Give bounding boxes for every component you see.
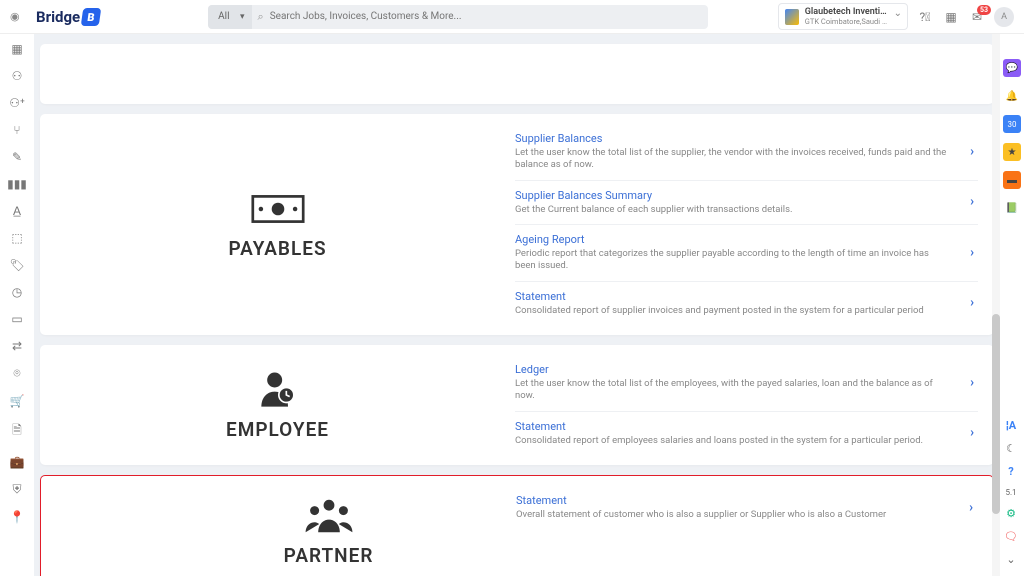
nav-molecule-icon[interactable]: ⌾ bbox=[13, 366, 20, 381]
feedback-icon[interactable]: 🗨 bbox=[1004, 530, 1018, 543]
section-title: PAYABLES bbox=[228, 237, 326, 260]
nav-font-icon[interactable]: A̲ bbox=[13, 204, 21, 218]
nav-cart-icon[interactable]: 🛒 bbox=[10, 394, 25, 408]
help-icon[interactable]: ?⃝ bbox=[916, 10, 934, 24]
section-header: PARTNER bbox=[141, 476, 516, 576]
report-desc: Let the user know the total list of the … bbox=[515, 147, 948, 172]
section-partner: PARTNER Statement Overall statement of cus… bbox=[40, 475, 994, 576]
nav-pin-icon[interactable]: 📍 bbox=[10, 510, 25, 524]
theme-toggle-icon[interactable]: ☾ bbox=[1006, 442, 1016, 455]
help-toggle-icon[interactable]: ? bbox=[1008, 465, 1013, 478]
report-title: Statement bbox=[515, 420, 948, 433]
visibility-icon[interactable]: ◉ bbox=[10, 10, 28, 23]
report-item[interactable]: Statement Consolidated report of supplier… bbox=[515, 282, 978, 325]
report-item[interactable]: Supplier Balances Let the user know the t… bbox=[515, 124, 978, 181]
nav-edit-icon[interactable]: ✎ bbox=[12, 150, 22, 164]
chevron-right-icon: › bbox=[969, 500, 973, 515]
search-icon: ⌕ bbox=[258, 10, 264, 24]
avatar[interactable]: A bbox=[994, 7, 1014, 27]
report-desc: Consolidated report of supplier invoices… bbox=[515, 305, 948, 317]
section-title: EMPLOYEE bbox=[226, 418, 329, 441]
rail-calendar-icon[interactable]: 30 bbox=[1003, 115, 1021, 133]
brand-text: Bridge bbox=[36, 8, 80, 26]
nav-shield-icon[interactable]: ⛨ bbox=[12, 482, 21, 497]
apps-icon[interactable]: ▦ bbox=[942, 10, 960, 24]
nav-stats-icon[interactable]: ▮▮▮ bbox=[7, 177, 27, 191]
nav-user-icon[interactable]: ⚇ bbox=[12, 69, 23, 83]
notif-badge: 53 bbox=[977, 5, 991, 15]
section-items: Statement Overall statement of customer w… bbox=[516, 476, 993, 576]
company-name: Glaubetech Inventions... bbox=[805, 7, 889, 17]
report-title: Supplier Balances Summary bbox=[515, 189, 948, 202]
scrollbar-thumb[interactable] bbox=[992, 314, 1000, 514]
section-payables: PAYABLES Supplier Balances Let the user kn… bbox=[40, 114, 994, 335]
chevron-right-icon: › bbox=[970, 296, 974, 311]
rail-chat-icon[interactable]: 💬 bbox=[1003, 59, 1021, 77]
nav-dashboard-icon[interactable]: ▦ bbox=[11, 42, 22, 56]
lang-toggle[interactable]: ¦A bbox=[1006, 419, 1016, 432]
company-sub: GTK Coimbatore,Saudi Ara... bbox=[805, 17, 889, 26]
report-item[interactable]: Ledger Let the user know the total list o… bbox=[515, 355, 978, 412]
nav-clock-icon[interactable]: ◷ bbox=[12, 285, 22, 299]
company-logo-icon bbox=[785, 9, 799, 25]
nav-briefcase-icon[interactable]: 💼 bbox=[10, 455, 25, 469]
section-header: EMPLOYEE bbox=[40, 345, 515, 465]
report-desc: Periodic report that categorizes the sup… bbox=[515, 248, 948, 273]
report-desc: Let the user know the total list of the … bbox=[515, 378, 948, 403]
report-title: Statement bbox=[515, 290, 948, 303]
report-desc: Get the Current balance of each supplier… bbox=[515, 204, 948, 216]
report-item[interactable]: Statement Overall statement of customer w… bbox=[516, 486, 977, 529]
nav-card-icon[interactable]: ▭ bbox=[11, 312, 22, 326]
nav-sync-icon[interactable]: ⇄ bbox=[12, 339, 22, 353]
chevron-right-icon: › bbox=[970, 375, 974, 390]
version-label: 5.1 bbox=[1005, 488, 1016, 497]
section-items: Supplier Balances Let the user know the t… bbox=[515, 114, 994, 335]
report-item[interactable]: Supplier Balances Summary Get the Current… bbox=[515, 181, 978, 225]
brand-logo[interactable]: BridgeB bbox=[36, 8, 100, 26]
section-title: PARTNER bbox=[284, 544, 374, 567]
report-desc: Consolidated report of employees salarie… bbox=[515, 435, 948, 447]
chevron-right-icon: › bbox=[970, 245, 974, 260]
chevron-right-icon: › bbox=[970, 426, 974, 441]
report-item[interactable]: Statement Consolidated report of employee… bbox=[515, 412, 978, 455]
main-content: PAYABLES Supplier Balances Let the user kn… bbox=[34, 34, 1000, 576]
report-desc: Overall statement of customer who is als… bbox=[516, 509, 947, 521]
report-item[interactable]: Ageing Report Periodic report that catego… bbox=[515, 225, 978, 282]
nav-package-icon[interactable]: ⬚ bbox=[11, 231, 22, 245]
nav-branch-icon[interactable]: ⑂ bbox=[13, 123, 20, 137]
settings-icon[interactable]: ⚙ bbox=[1006, 507, 1016, 520]
company-switcher[interactable]: Glaubetech Inventions... GTK Coimbatore,… bbox=[778, 3, 908, 30]
mail-icon[interactable]: ✉53 bbox=[968, 10, 986, 24]
nav-doc-icon[interactable]: 🗎 bbox=[12, 421, 22, 442]
rail-star-icon[interactable]: ★ bbox=[1003, 143, 1021, 161]
chevron-right-icon: › bbox=[970, 144, 974, 159]
rail-book-icon[interactable]: 📗 bbox=[1003, 199, 1021, 217]
nav-users-icon[interactable]: ⚇⁺ bbox=[9, 96, 25, 110]
brand-mark: B bbox=[81, 8, 102, 26]
chevron-right-icon: › bbox=[970, 195, 974, 210]
search-bar: All ⌕ bbox=[208, 5, 708, 29]
report-title: Ageing Report bbox=[515, 233, 948, 246]
search-filter-dropdown[interactable]: All bbox=[208, 5, 251, 29]
nav-tag-icon[interactable]: 🏷 bbox=[9, 258, 24, 272]
report-title: Supplier Balances bbox=[515, 132, 948, 145]
chevron-down-icon[interactable]: ⌄ bbox=[1006, 553, 1015, 566]
section-employee: EMPLOYEE Ledger Let the user know the tota… bbox=[40, 345, 994, 465]
rail-note-icon[interactable]: ▬ bbox=[1003, 171, 1021, 189]
section-items: Ledger Let the user know the total list o… bbox=[515, 345, 994, 465]
left-nav: ▦ ⚇ ⚇⁺ ⑂ ✎ ▮▮▮ A̲ ⬚ 🏷 ◷ ▭ ⇄ ⌾ 🛒 🗎 💼 ⛨ 📍 bbox=[0, 34, 34, 576]
rail-bell-icon[interactable]: 🔔 bbox=[1003, 87, 1021, 105]
report-title: Statement bbox=[516, 494, 947, 507]
search-input[interactable] bbox=[270, 11, 708, 22]
scrollbar-track[interactable] bbox=[992, 34, 1000, 576]
section-header: PAYABLES bbox=[40, 114, 515, 335]
report-title: Ledger bbox=[515, 363, 948, 376]
prev-card-tail bbox=[40, 44, 994, 104]
